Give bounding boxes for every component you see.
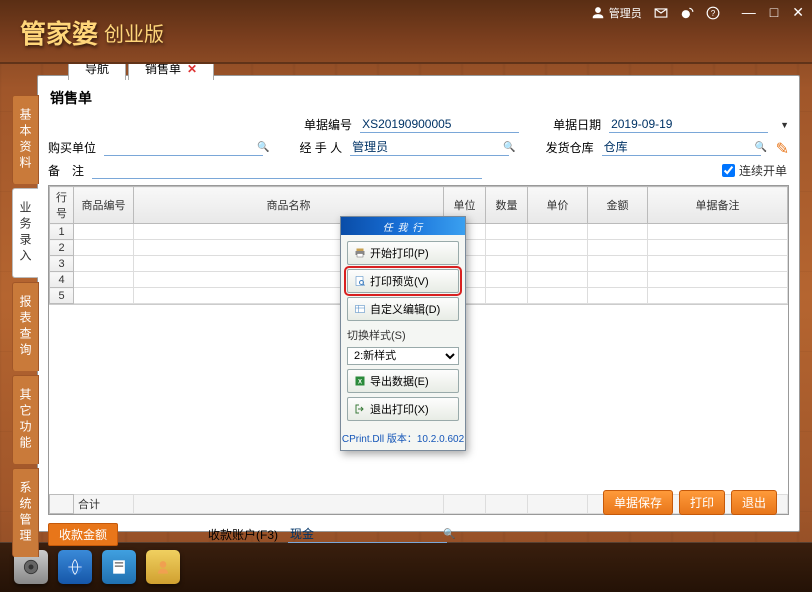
lookup-icon[interactable]: 🔍 bbox=[755, 142, 767, 153]
excel-icon: X bbox=[354, 375, 366, 387]
start-print-button[interactable]: 开始打印(P) bbox=[347, 241, 459, 265]
side-tab[interactable]: 业务录入 bbox=[12, 188, 38, 278]
minimize-button[interactable]: — bbox=[742, 4, 756, 21]
close-button[interactable]: ✕ bbox=[792, 4, 804, 21]
svg-text:X: X bbox=[358, 380, 362, 386]
custom-edit-button[interactable]: 自定义编辑(D) bbox=[347, 297, 459, 321]
buyer-label: 购买单位 bbox=[48, 139, 96, 156]
side-tabs: 基本资料业务录入报表查询其它功能系统管理 bbox=[12, 95, 38, 561]
style-label: 切换样式(S) bbox=[347, 327, 459, 343]
side-tab[interactable]: 报表查询 bbox=[12, 282, 39, 371]
taskbar-icon-4[interactable] bbox=[146, 550, 180, 584]
side-tab[interactable]: 基本资料 bbox=[12, 95, 39, 184]
weibo-icon[interactable] bbox=[680, 6, 694, 20]
style-select[interactable]: 2:新样式 bbox=[347, 347, 459, 365]
print-button[interactable]: 打印 bbox=[679, 490, 725, 515]
column-header[interactable]: 单据备注 bbox=[648, 187, 788, 224]
dialog-footer: CPrint.Dll 版本：10.2.0.602 bbox=[341, 427, 465, 450]
column-header[interactable]: 商品编号 bbox=[74, 187, 134, 224]
quit-print-button[interactable]: 退出打印(X) bbox=[347, 397, 459, 421]
column-header[interactable]: 金额 bbox=[588, 187, 648, 224]
exit-button[interactable]: 退出 bbox=[731, 490, 777, 515]
save-button[interactable]: 单据保存 bbox=[603, 490, 673, 515]
user-icon bbox=[591, 6, 605, 20]
account-input[interactable] bbox=[288, 527, 447, 543]
order-no-input[interactable] bbox=[360, 117, 519, 133]
remark-label: 备 注 bbox=[48, 162, 84, 179]
taskbar bbox=[0, 542, 812, 592]
user-label: 管理员 bbox=[609, 5, 642, 21]
lookup-icon[interactable]: 🔍 bbox=[443, 529, 455, 540]
column-header[interactable]: 行号 bbox=[50, 187, 74, 224]
date-dropdown-icon[interactable]: ▼ bbox=[780, 120, 789, 130]
help-icon[interactable]: ? bbox=[706, 6, 720, 20]
printer-icon bbox=[354, 247, 366, 259]
print-dialog: 任 我 行 开始打印(P) 打印预览(V) 自定义编辑(D) 切换样式(S) 2… bbox=[340, 216, 466, 451]
taskbar-icon-2[interactable] bbox=[58, 550, 92, 584]
account-label: 收款账户(F3) bbox=[208, 526, 278, 543]
lookup-icon[interactable]: 🔍 bbox=[503, 142, 515, 153]
app-title: 管家婆 bbox=[20, 14, 98, 51]
buyer-input[interactable] bbox=[104, 140, 263, 156]
handler-input[interactable] bbox=[350, 140, 509, 156]
titlebar: 管家婆 创业版 管理员 ? — □ ✕ bbox=[0, 0, 812, 64]
edit-icon[interactable]: ✎ bbox=[776, 139, 789, 159]
grid-footer-label: 合计 bbox=[74, 495, 134, 514]
column-header[interactable]: 单价 bbox=[528, 187, 588, 224]
side-tab[interactable]: 系统管理 bbox=[12, 468, 39, 557]
warehouse-label: 发货仓库 bbox=[546, 139, 594, 156]
export-button[interactable]: X 导出数据(E) bbox=[347, 369, 459, 393]
page-title: 销售单 bbox=[50, 88, 789, 108]
preview-icon bbox=[354, 275, 366, 287]
exit-icon bbox=[354, 403, 366, 415]
lookup-icon[interactable]: 🔍 bbox=[257, 142, 269, 153]
dialog-banner: 任 我 行 bbox=[341, 217, 465, 235]
user-menu[interactable]: 管理员 bbox=[591, 5, 642, 21]
taskbar-icon-3[interactable] bbox=[102, 550, 136, 584]
print-preview-button[interactable]: 打印预览(V) bbox=[347, 269, 459, 293]
order-date-label: 单据日期 bbox=[553, 116, 601, 133]
app-subtitle: 创业版 bbox=[104, 18, 164, 47]
column-header[interactable]: 数量 bbox=[486, 187, 528, 224]
remark-input[interactable] bbox=[92, 163, 482, 179]
side-tab[interactable]: 其它功能 bbox=[12, 375, 39, 464]
mail-icon[interactable] bbox=[654, 6, 668, 20]
order-date-input[interactable] bbox=[609, 117, 768, 133]
maximize-button[interactable]: □ bbox=[770, 4, 778, 21]
amount-button[interactable]: 收款金额 bbox=[48, 523, 118, 546]
handler-label: 经 手 人 bbox=[299, 139, 342, 156]
edit-icon bbox=[354, 303, 366, 315]
warehouse-input[interactable] bbox=[602, 140, 761, 156]
continuous-checkbox[interactable] bbox=[722, 164, 735, 177]
order-no-label: 单据编号 bbox=[304, 116, 352, 133]
continuous-label: 连续开单 bbox=[739, 162, 787, 179]
svg-text:?: ? bbox=[711, 8, 716, 17]
